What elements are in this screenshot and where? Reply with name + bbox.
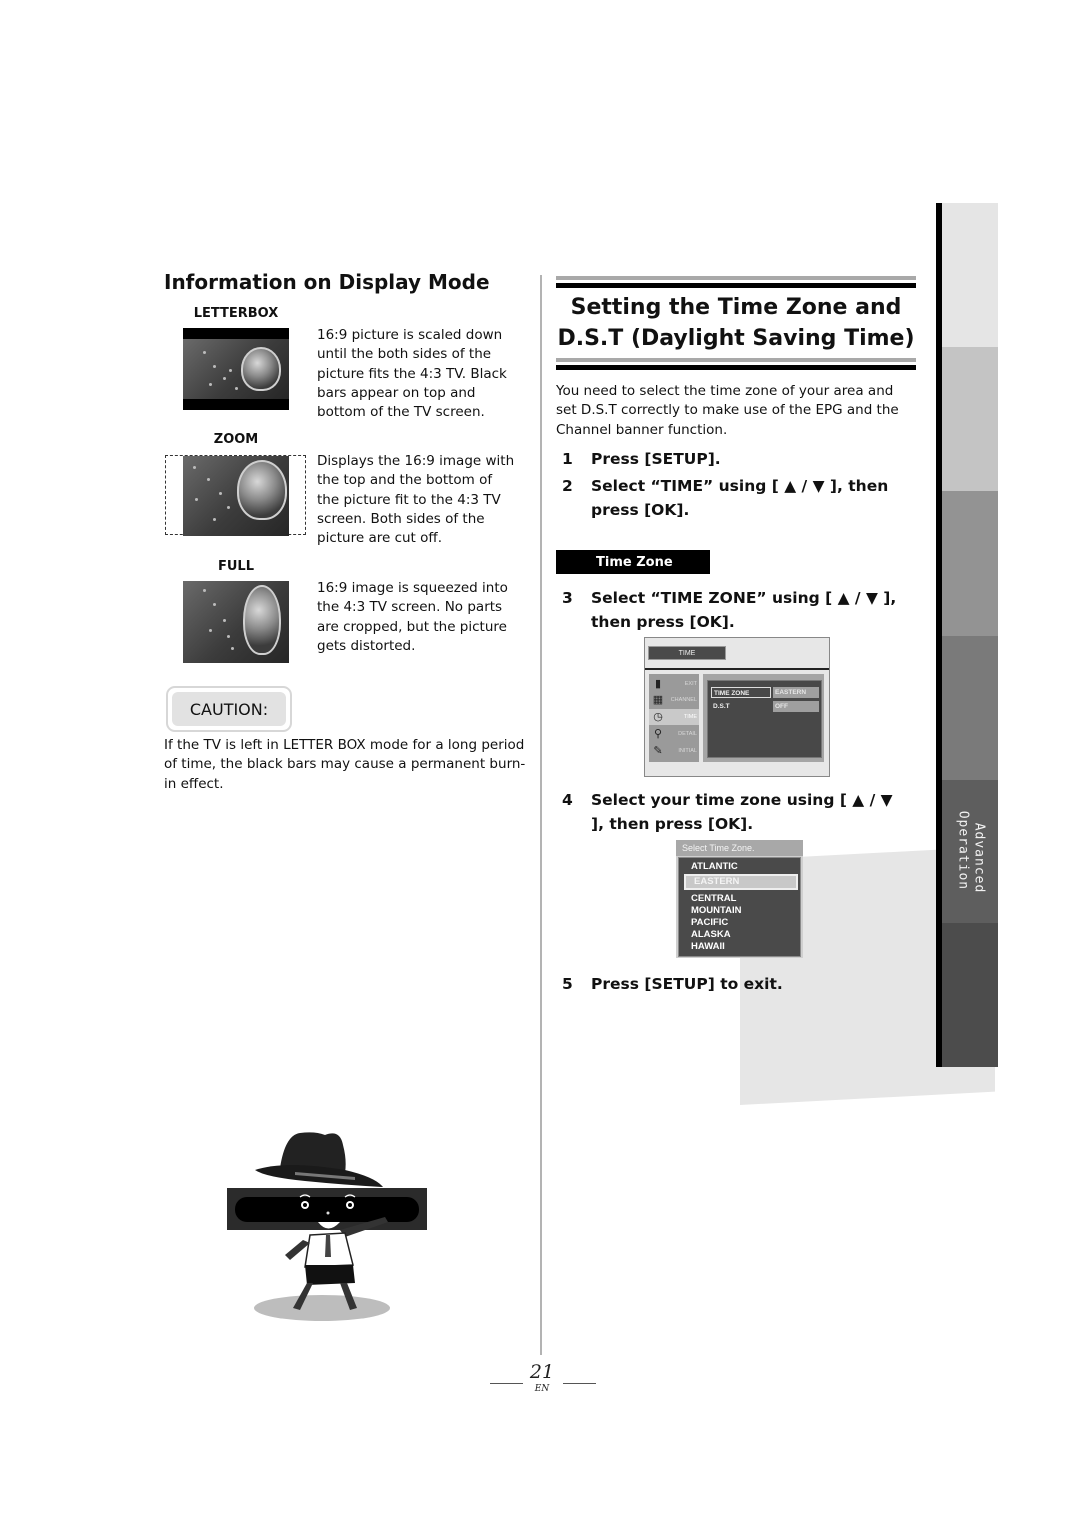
door-icon: ▮ (654, 678, 662, 690)
zoom-picture (183, 456, 289, 536)
side-tab-label-line1: Advanced (971, 822, 986, 893)
mode-title-full: FULL (217, 559, 254, 574)
heading-rule-bottom-gray (556, 358, 916, 362)
time-menu-title: TIME (648, 646, 726, 660)
page-number-rule-right (563, 1383, 596, 1384)
section-heading-line2: D.S.T (Daylight Saving Time) (557, 326, 915, 351)
notepad-icon: ✎ (653, 745, 663, 757)
mascot-shorts (305, 1265, 355, 1285)
step-5: 5 Press [SETUP] to exit. (562, 972, 901, 996)
side-tab-label-line2: Operation (955, 810, 970, 890)
heading-rule-bottom-black (556, 365, 916, 370)
time-menu-rule (645, 668, 829, 670)
side-tab-1 (942, 203, 998, 347)
time-settings-panel: TIME ZONE EASTERN D.S.T OFF (707, 680, 822, 758)
step-text: Select your time zone using [ ▲ / ▼ ], t… (591, 791, 893, 833)
step-text: Select “TIME” using [ ▲ / ▼ ], then pres… (591, 477, 889, 519)
mascot-shadow (254, 1295, 390, 1321)
mode-title-letterbox: LETTERBOX (193, 306, 279, 321)
step-1: 1 Press [SETUP]. (562, 447, 901, 471)
step-number: 3 (562, 589, 573, 607)
time-zone-row-value[interactable]: EASTERN (773, 687, 819, 698)
time-zone-section-banner: Time Zone (556, 550, 710, 574)
caution-badge: CAUTION: (166, 686, 292, 732)
time-zone-option-selected[interactable]: EASTERN (694, 876, 739, 888)
time-zone-option[interactable]: ATLANTIC (691, 861, 738, 873)
caution-label: CAUTION: (172, 692, 286, 726)
step-number: 1 (562, 450, 573, 468)
time-settings-area: TIME ZONE EASTERN D.S.T OFF (703, 674, 824, 762)
time-zone-option[interactable]: HAWAII (691, 941, 725, 953)
time-menu-screenshot: TIME ▮ EXIT ▦ CHANNEL ◷ TIME ⚲ DETAIL ✎ … (644, 637, 830, 777)
time-zone-option[interactable]: ALASKA (691, 929, 731, 941)
setup-menu-sidebar: ▮ EXIT ▦ CHANNEL ◷ TIME ⚲ DETAIL ✎ INITI… (649, 674, 699, 762)
caution-text: If the TV is left in LETTER BOX mode for… (164, 737, 526, 792)
step-2: 2 Select “TIME” using [ ▲ / ▼ ], then pr… (562, 474, 901, 522)
select-time-zone-screenshot: Select Time Zone. ATLANTIC EASTERN CENTR… (676, 840, 803, 958)
section-heading-display-mode: Information on Display Mode (164, 270, 490, 294)
step-text: Select “TIME ZONE” using [ ▲ / ▼ ], then… (591, 589, 897, 631)
time-zone-option[interactable]: PACIFIC (691, 917, 728, 929)
full-picture (183, 581, 289, 663)
section-heading-time-zone: Setting the Time Zone and D.S.T (Dayligh… (556, 292, 916, 354)
step-4: 4 Select your time zone using [ ▲ / ▼ ],… (562, 788, 901, 836)
channel-icon: ▦ (652, 694, 664, 706)
menu-item-label: CHANNEL (670, 697, 697, 703)
side-tab-label: Advanced Operation (942, 780, 998, 923)
mode-description-zoom: Displays the 16:9 image with the top and… (317, 453, 515, 547)
mode-description-full: 16:9 image is squeezed into the 4:3 TV s… (317, 580, 508, 654)
side-tab-3 (942, 491, 998, 636)
side-tab-2 (942, 347, 998, 491)
heading-rule-top-black (556, 283, 916, 288)
page-number: 21 (529, 1361, 555, 1383)
menu-item-label: INITIAL (678, 748, 697, 754)
menu-item-label: DETAIL (678, 731, 697, 737)
time-zone-list: ATLANTIC EASTERN CENTRAL MOUNTAIN PACIFI… (678, 857, 801, 957)
menu-item-detail[interactable]: ⚲ DETAIL (649, 726, 699, 742)
step-text: Press [SETUP] to exit. (591, 975, 783, 993)
clock-icon: ◷ (653, 711, 663, 723)
step-text: Press [SETUP]. (591, 450, 721, 468)
menu-item-exit[interactable]: ▮ EXIT (649, 676, 699, 692)
menu-item-time[interactable]: ◷ TIME (649, 709, 699, 725)
step-number: 2 (562, 477, 573, 495)
mode-title-zoom: ZOOM (213, 432, 259, 447)
heading-rule-top-gray (556, 276, 916, 280)
select-time-zone-title: Select Time Zone. (676, 840, 803, 856)
time-zone-option[interactable]: CENTRAL (691, 893, 736, 905)
step-number: 4 (562, 791, 573, 809)
magnifier-icon: ⚲ (653, 728, 663, 740)
time-zone-row-label[interactable]: TIME ZONE (711, 687, 771, 698)
menu-item-initial[interactable]: ✎ INITIAL (649, 743, 699, 759)
intro-paragraph: You need to select the time zone of your… (556, 383, 899, 438)
dst-row-value[interactable]: OFF (773, 701, 819, 712)
step-3: 3 Select “TIME ZONE” using [ ▲ / ▼ ], th… (562, 586, 901, 634)
page-language: EN (534, 1384, 550, 1394)
letterbox-picture (183, 328, 289, 410)
mascot-illustration (227, 1132, 427, 1321)
dst-row-label[interactable]: D.S.T (711, 701, 771, 712)
page-number-rule-left (490, 1383, 523, 1384)
side-tab-4 (942, 636, 998, 780)
menu-item-channel[interactable]: ▦ CHANNEL (649, 692, 699, 708)
mascot-tie (325, 1235, 331, 1257)
time-zone-option[interactable]: MOUNTAIN (691, 905, 741, 917)
menu-item-label: EXIT (684, 681, 697, 687)
side-tab-6 (942, 923, 998, 1067)
menu-item-label: TIME (683, 714, 697, 720)
column-divider (540, 275, 542, 1355)
mode-description-letterbox: 16:9 picture is scaled down until the bo… (317, 327, 507, 421)
mascot-banner-inner (235, 1197, 419, 1222)
step-number: 5 (562, 975, 573, 993)
section-heading-line1: Setting the Time Zone and (570, 295, 902, 320)
